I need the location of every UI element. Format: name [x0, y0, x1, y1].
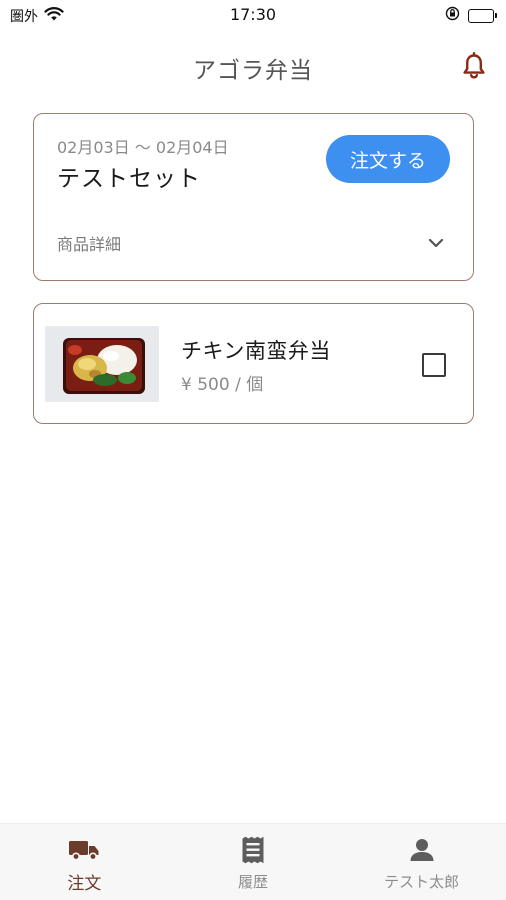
set-name: テストセット	[57, 166, 201, 192]
person-icon	[405, 836, 439, 864]
product-details-label: 商品詳細	[57, 235, 122, 254]
order-set-card: 02月03日 〜 02月04日 テストセット 注文する 商品詳細	[33, 113, 474, 281]
app-header: アゴラ弁当	[0, 40, 506, 90]
tab-order-label: 注文	[67, 874, 102, 894]
bento-photo	[45, 326, 159, 402]
date-range: 02月03日 〜 02月04日	[57, 138, 229, 157]
tab-account-label: テスト太郎	[384, 873, 460, 891]
list-item: チキン南蛮弁当 ¥ 500 / 個	[33, 303, 474, 424]
receipt-icon	[236, 836, 270, 864]
chevron-down-icon	[428, 234, 444, 248]
battery-charging-icon	[468, 8, 497, 23]
app-screen: 圏外 17:30 アゴラ弁当 02月03日 〜 02月04日 テストセット 注文…	[0, 0, 506, 900]
order-button[interactable]: 注文する	[326, 135, 450, 183]
tab-history[interactable]: 履歴	[169, 824, 338, 900]
item-price: ¥ 500 / 個	[181, 375, 264, 395]
status-bar: 圏外 17:30	[0, 0, 506, 30]
page-title: アゴラ弁当	[193, 58, 313, 84]
status-time: 17:30	[229, 5, 277, 24]
bottom-nav: 注文 履歴 テスト太郎	[0, 823, 506, 900]
orientation-lock-icon	[445, 6, 460, 25]
tab-history-label: 履歴	[238, 873, 269, 891]
product-details-toggle[interactable]: 商品詳細	[57, 226, 450, 256]
bell-icon[interactable]	[461, 52, 487, 80]
tab-account[interactable]: テスト太郎	[337, 824, 506, 900]
item-checkbox[interactable]	[422, 353, 446, 377]
truck-icon	[67, 836, 101, 864]
item-name: チキン南蛮弁当	[181, 339, 331, 363]
tab-order[interactable]: 注文	[0, 824, 169, 900]
status-right	[445, 6, 497, 25]
